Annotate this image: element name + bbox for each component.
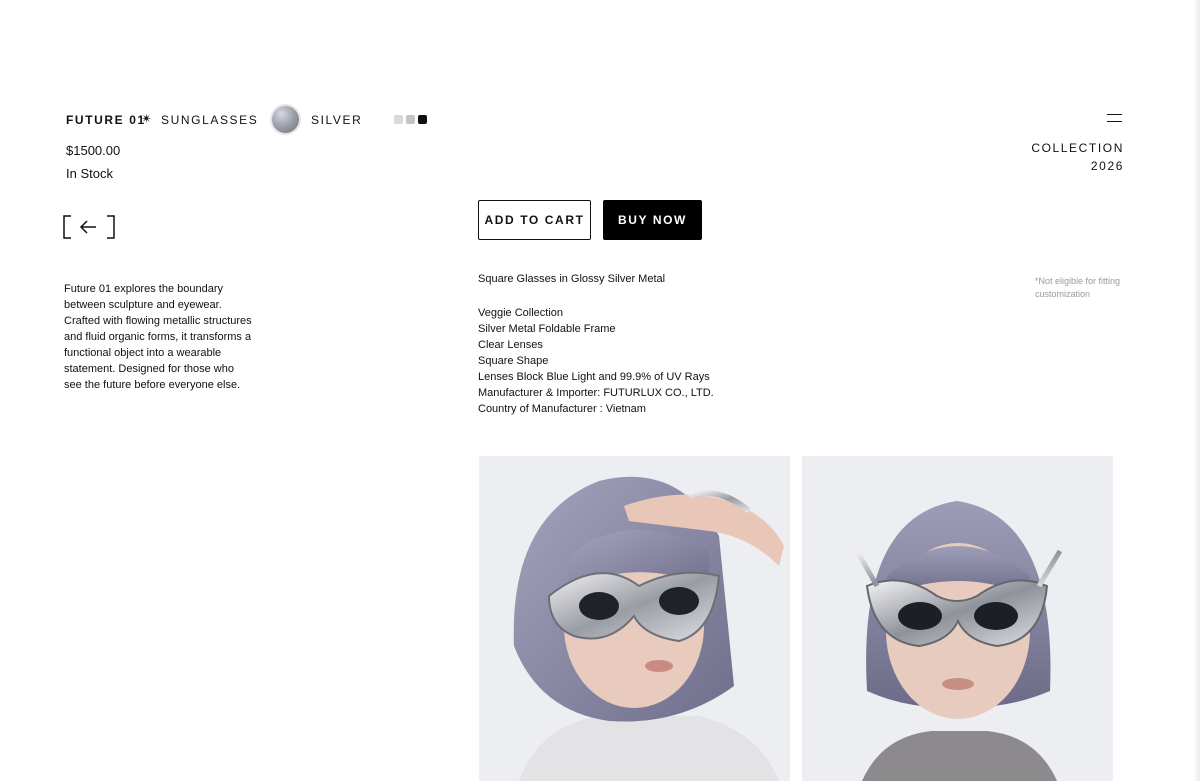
stock-status: In Stock xyxy=(66,166,113,181)
product-price: $1500.00 xyxy=(66,143,121,158)
variant-dot[interactable] xyxy=(418,115,427,124)
spec-item: Veggie Collection xyxy=(478,307,564,319)
sparkle-icon: ✴ xyxy=(141,111,152,126)
color-swatch[interactable] xyxy=(272,106,299,133)
add-to-cart-button[interactable]: ADD TO CART xyxy=(478,200,591,240)
spec-item: Manufacturer & Importer: FUTURLUX CO., L… xyxy=(478,387,714,399)
scrollbar[interactable] xyxy=(1193,0,1200,781)
spec-item: Lenses Block Blue Light and 99.9% of UV … xyxy=(478,371,710,383)
menu-icon[interactable] xyxy=(1107,114,1122,122)
color-label: SILVER xyxy=(311,113,363,127)
spec-item: Country of Manufacturer : Vietnam xyxy=(478,403,646,415)
collection-year: 2026 xyxy=(1090,159,1124,173)
model-photo-front[interactable] xyxy=(802,456,1113,781)
product-name: FUTURE 01 xyxy=(66,113,146,127)
buy-now-button[interactable]: BUY NOW xyxy=(603,200,702,240)
model-photo-side[interactable] xyxy=(479,456,790,781)
spec-item: Silver Metal Foldable Frame xyxy=(478,323,616,335)
spec-item: Clear Lenses xyxy=(478,339,543,351)
fitting-note: *Not eligible for fitting customization xyxy=(1035,276,1121,299)
variant-dot[interactable] xyxy=(394,115,403,124)
variant-dot[interactable] xyxy=(406,115,415,124)
spec-title: Square Glasses in Glossy Silver Metal xyxy=(478,273,666,285)
spec-list: Veggie Collection Silver Metal Foldable … xyxy=(478,305,714,417)
collection-title: COLLECTION xyxy=(1031,141,1124,155)
product-description: Future 01 explores the boundary between … xyxy=(64,283,252,391)
collection-label: COLLECTION 2026 xyxy=(1031,139,1124,175)
product-type: SUNGLASSES xyxy=(161,113,259,127)
back-arrow-icon[interactable] xyxy=(63,215,115,239)
variant-selector[interactable] xyxy=(394,115,427,124)
spec-item: Square Shape xyxy=(478,355,549,367)
